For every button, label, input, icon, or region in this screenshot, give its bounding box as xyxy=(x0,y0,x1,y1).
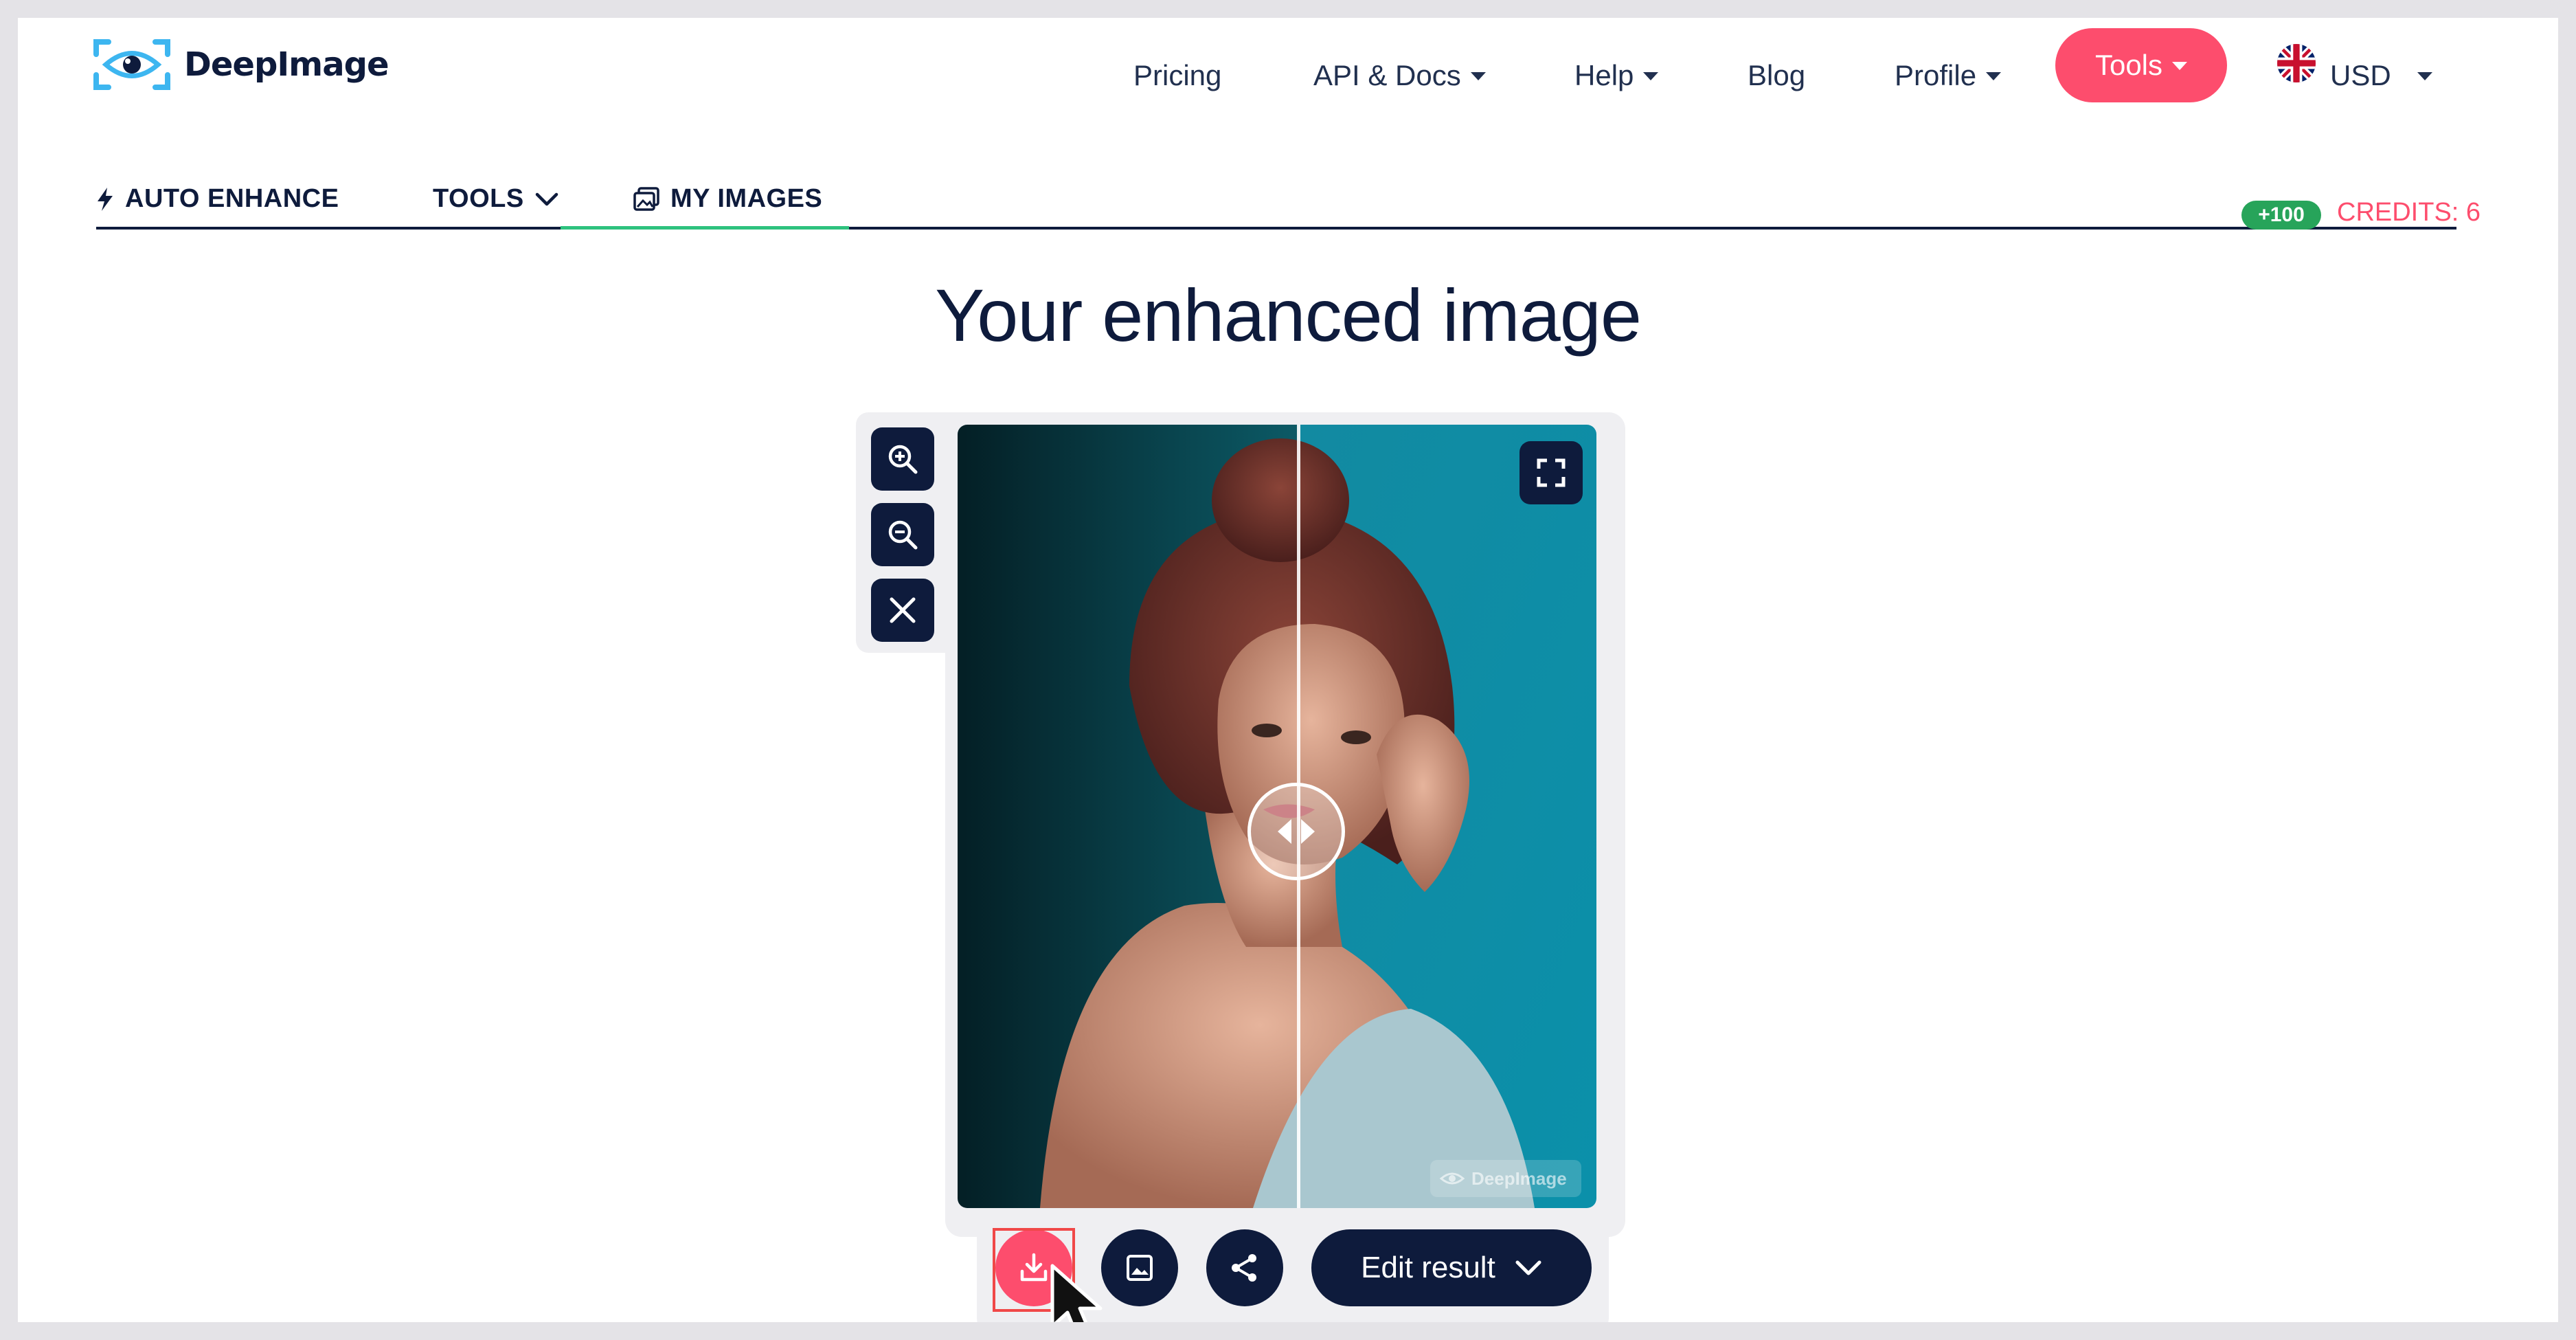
zoom-out-icon xyxy=(888,520,918,550)
tab-tools-label: TOOLS xyxy=(433,184,524,213)
nav-pricing-label: Pricing xyxy=(1133,59,1222,91)
tools-menu-button[interactable]: Tools xyxy=(2055,28,2227,102)
logo-eye-icon xyxy=(93,39,170,90)
nav-blog-label: Blog xyxy=(1748,59,1806,91)
edit-result-button[interactable]: Edit result xyxy=(1311,1229,1592,1306)
zoom-in-icon xyxy=(888,445,918,474)
zoom-out-button[interactable] xyxy=(871,503,934,566)
credits-badge[interactable]: +100 xyxy=(2241,201,2321,230)
share-button[interactable] xyxy=(1206,1229,1283,1306)
nav-profile[interactable]: Profile xyxy=(1895,59,2002,92)
image-icon xyxy=(1127,1255,1153,1281)
images-icon xyxy=(633,186,659,211)
nav-profile-label: Profile xyxy=(1895,59,1977,91)
nav-help-label: Help xyxy=(1574,59,1634,91)
tab-auto-enhance-label: AUTO ENHANCE xyxy=(125,184,339,213)
nav-api-docs[interactable]: API & Docs xyxy=(1313,59,1486,92)
edit-result-label: Edit result xyxy=(1361,1251,1495,1284)
view-image-button[interactable] xyxy=(1101,1229,1178,1306)
tab-my-images-label: MY IMAGES xyxy=(670,184,823,213)
currency-label: USD xyxy=(2330,59,2391,91)
tools-menu-label: Tools xyxy=(2094,49,2163,81)
subnav-divider xyxy=(96,227,2456,230)
fullscreen-icon xyxy=(1537,458,1566,487)
close-viewer-button[interactable] xyxy=(871,579,934,642)
caret-down-icon xyxy=(1470,72,1486,80)
credits-count: CREDITS: 6 xyxy=(2337,198,2481,227)
page: DeepImage Pricing API & Docs Help Blog P… xyxy=(18,18,2558,1322)
chevron-down-icon xyxy=(535,192,558,205)
compare-arrows-icon xyxy=(1278,819,1315,844)
nav-api-docs-label: API & Docs xyxy=(1313,59,1461,91)
zoom-in-button[interactable] xyxy=(871,427,934,491)
caret-down-icon xyxy=(1986,72,2002,80)
nav-pricing[interactable]: Pricing xyxy=(1133,59,1221,92)
tab-auto-enhance[interactable]: AUTO ENHANCE xyxy=(96,184,339,214)
chevron-down-icon xyxy=(1515,1260,1541,1275)
uk-flag-icon[interactable] xyxy=(2277,44,2316,82)
nav-blog[interactable]: Blog xyxy=(1748,59,1805,92)
page-title: Your enhanced image xyxy=(935,273,1642,357)
subnav-active-indicator xyxy=(561,226,849,230)
bolt-icon xyxy=(98,187,113,211)
fullscreen-button[interactable] xyxy=(1519,441,1583,504)
compare-slider-handle[interactable] xyxy=(1247,783,1345,880)
share-icon xyxy=(1232,1254,1256,1282)
caret-down-icon xyxy=(2172,62,2188,70)
close-icon xyxy=(890,597,916,623)
watermark-text: DeepImage xyxy=(1471,1168,1567,1189)
tab-tools[interactable]: TOOLS xyxy=(433,184,558,214)
watermark: DeepImage xyxy=(1430,1160,1581,1197)
subnav: AUTO ENHANCE TOOLS MY IMAGES xyxy=(96,172,2456,230)
currency-selector[interactable]: USD xyxy=(2330,59,2432,92)
tab-my-images[interactable]: MY IMAGES xyxy=(633,184,822,214)
caret-down-icon xyxy=(1643,72,1659,80)
nav-help[interactable]: Help xyxy=(1574,59,1659,92)
watermark-eye-icon xyxy=(1439,1172,1465,1185)
logo-text: DeepImage xyxy=(184,45,389,84)
caret-down-icon xyxy=(2417,72,2432,80)
logo[interactable]: DeepImage xyxy=(93,34,389,95)
mouse-cursor-icon xyxy=(1050,1264,1103,1322)
